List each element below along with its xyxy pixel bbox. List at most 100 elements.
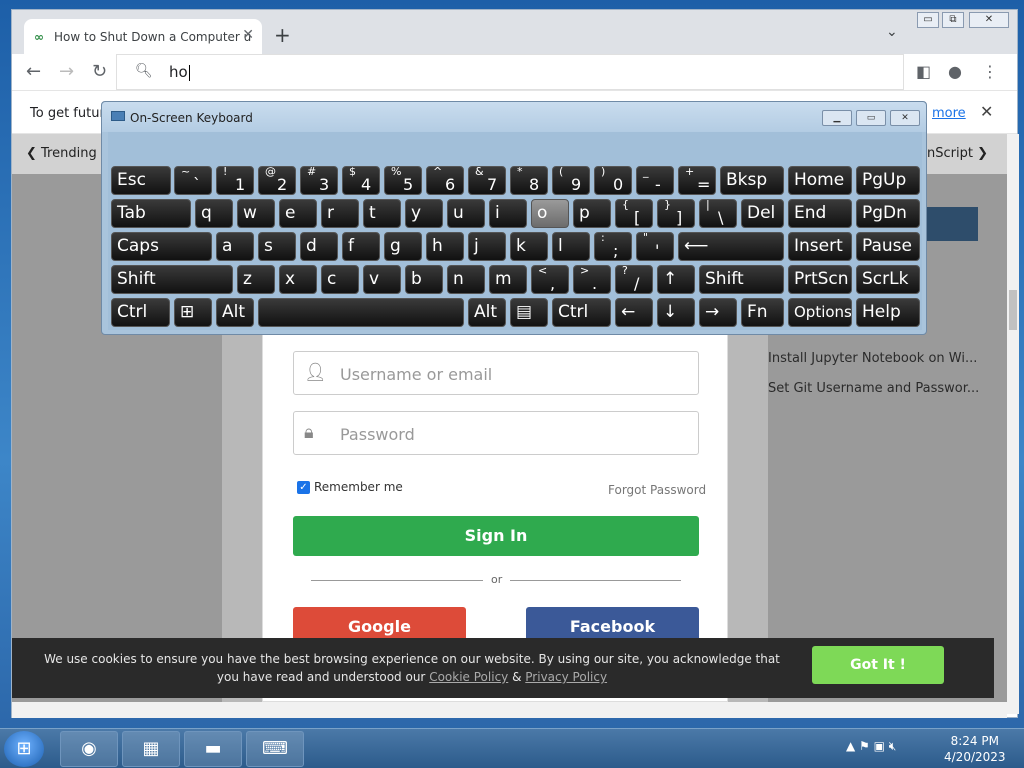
sign-in-button[interactable]: Sign In <box>293 516 699 556</box>
key-u[interactable]: u <box>447 199 485 228</box>
key-a[interactable]: a <box>216 232 254 261</box>
tab-active[interactable]: ∞ How to Shut Down a Computer u ✕ <box>24 19 262 54</box>
explorer-taskbar-icon[interactable]: ▦ <box>122 731 180 767</box>
key-j[interactable]: j <box>468 232 506 261</box>
key-tab[interactable]: Tab <box>111 199 191 228</box>
key-k[interactable]: k <box>510 232 548 261</box>
key-x[interactable]: x <box>279 265 317 294</box>
osk-titlebar[interactable]: On-Screen Keyboard ▁ ▭ ✕ <box>102 102 926 132</box>
profile-icon[interactable]: ● <box>948 62 962 81</box>
menu-icon[interactable]: ⋮ <box>982 62 998 81</box>
tab-close-icon[interactable]: ✕ <box>242 27 254 43</box>
key-i[interactable]: i <box>489 199 527 228</box>
key-prtscn[interactable]: PrtScn <box>788 265 852 294</box>
trending-right-label[interactable]: nScript <box>927 146 973 161</box>
key-lbracket[interactable]: {[ <box>615 199 653 228</box>
key-e[interactable]: e <box>279 199 317 228</box>
key-bksp[interactable]: Bksp <box>720 166 784 195</box>
key-o[interactable]: o <box>531 199 569 228</box>
key-pgup[interactable]: PgUp <box>856 166 920 195</box>
key-w[interactable]: w <box>237 199 275 228</box>
key-quote[interactable]: " ' <box>636 232 674 261</box>
key-comma[interactable]: <, <box>531 265 569 294</box>
key-ctrl-right[interactable]: Ctrl <box>552 298 611 327</box>
key-n[interactable]: n <box>447 265 485 294</box>
key-semicolon[interactable]: :; <box>594 232 632 261</box>
osk-minimize-button[interactable]: ▁ <box>822 110 852 126</box>
key-tilde[interactable]: ~ ` <box>174 166 212 195</box>
key-equals[interactable]: + = <box>678 166 716 195</box>
key-up-arrow[interactable]: ↑ <box>657 265 695 294</box>
key-f[interactable]: f <box>342 232 380 261</box>
username-field[interactable]: 👤︎ Username or email <box>293 351 699 395</box>
key-9[interactable]: (9 <box>552 166 590 195</box>
key-fn[interactable]: Fn <box>741 298 784 327</box>
infobar-close-icon[interactable]: ✕ <box>980 102 993 121</box>
key-r[interactable]: r <box>321 199 359 228</box>
key-pgdn[interactable]: PgDn <box>856 199 920 228</box>
key-h[interactable]: h <box>426 232 464 261</box>
key-right-arrow[interactable]: → <box>699 298 737 327</box>
chevron-left-icon[interactable]: ❮ <box>26 146 41 161</box>
back-icon[interactable]: ← <box>26 61 41 82</box>
key-6[interactable]: ^ 6 <box>426 166 464 195</box>
key-alt-left[interactable]: Alt <box>216 298 254 327</box>
clock[interactable]: 8:24 PM 4/20/2023 <box>944 733 1006 765</box>
key-4[interactable]: $4 <box>342 166 380 195</box>
key-5[interactable]: % 5 <box>384 166 422 195</box>
vertical-scrollbar[interactable] <box>1007 134 1019 714</box>
key-m[interactable]: m <box>489 265 527 294</box>
key-insert[interactable]: Insert <box>788 232 852 261</box>
omnibox[interactable]: 🔍︎ ho <box>116 54 904 90</box>
privacy-policy-link[interactable]: Privacy Policy <box>525 670 607 684</box>
key-shift-left[interactable]: Shift <box>111 265 233 294</box>
got-it-button[interactable]: Got It ! <box>812 646 944 684</box>
cmd-taskbar-icon[interactable]: ▬ <box>184 731 242 767</box>
checkbox-checked-icon[interactable]: ✓ <box>297 480 310 494</box>
sidebar-link[interactable]: Set Git Username and Passwor... <box>768 374 978 404</box>
chevron-down-icon[interactable]: ⌄ <box>886 24 898 40</box>
sidebar-link[interactable]: Install Jupyter Notebook on Wi... <box>768 344 978 374</box>
key-pause[interactable]: Pause <box>856 232 920 261</box>
key-t[interactable]: t <box>363 199 401 228</box>
key-left-arrow[interactable]: ← <box>615 298 653 327</box>
key-z[interactable]: z <box>237 265 275 294</box>
key-space[interactable] <box>258 298 464 327</box>
chrome-taskbar-icon[interactable]: ◉ <box>60 731 118 767</box>
key-home[interactable]: Home <box>788 166 852 195</box>
key-1[interactable]: ! 1 <box>216 166 254 195</box>
reload-icon[interactable]: ↻ <box>92 61 107 82</box>
key-period[interactable]: >. <box>573 265 611 294</box>
key-ctrl-left[interactable]: Ctrl <box>111 298 170 327</box>
key-esc[interactable]: Esc <box>111 166 171 195</box>
forgot-password-link[interactable]: Forgot Password <box>608 483 706 497</box>
key-down-arrow[interactable]: ↓ <box>657 298 695 327</box>
key-p[interactable]: p <box>573 199 611 228</box>
key-3[interactable]: #3 <box>300 166 338 195</box>
key-b[interactable]: b <box>405 265 443 294</box>
password-field[interactable]: 🔒︎ Password <box>293 411 699 455</box>
key-windows[interactable]: ⊞ <box>174 298 212 327</box>
key-backslash[interactable]: | \ <box>699 199 737 228</box>
restore-button[interactable]: ⧉ <box>942 12 964 28</box>
key-shift-right[interactable]: Shift <box>699 265 784 294</box>
close-button[interactable]: ✕ <box>969 12 1009 28</box>
key-c[interactable]: c <box>321 265 359 294</box>
key-rbracket[interactable]: }] <box>657 199 695 228</box>
learn-more-link[interactable]: more <box>932 106 966 121</box>
key-alt-right[interactable]: Alt <box>468 298 506 327</box>
key-menu[interactable]: ▤ <box>510 298 548 327</box>
key-2[interactable]: @2 <box>258 166 296 195</box>
key-q[interactable]: q <box>195 199 233 228</box>
key-caps[interactable]: Caps <box>111 232 212 261</box>
key-s[interactable]: s <box>258 232 296 261</box>
key-7[interactable]: & 7 <box>468 166 506 195</box>
key-end[interactable]: End <box>788 199 852 228</box>
forward-icon[interactable]: → <box>59 61 74 82</box>
key-minus[interactable]: _ - <box>636 166 674 195</box>
new-tab-icon[interactable]: + <box>274 23 291 47</box>
key-g[interactable]: g <box>384 232 422 261</box>
key-y[interactable]: y <box>405 199 443 228</box>
system-tray[interactable]: ▲ ⚑ ▣ 🔇︎ <box>846 739 896 754</box>
key-help[interactable]: Help <box>856 298 920 327</box>
